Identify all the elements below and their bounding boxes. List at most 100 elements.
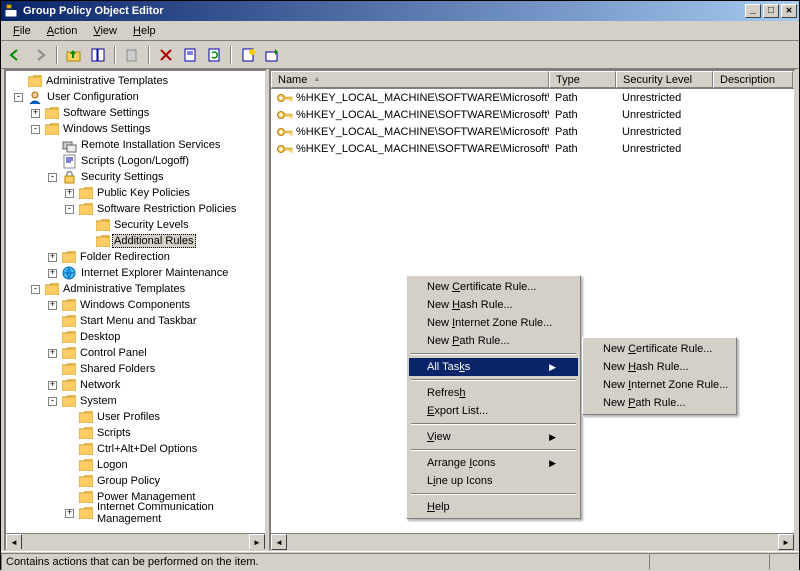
tree-item[interactable]: +Public Key Policies	[8, 185, 263, 201]
menu-file[interactable]: File	[5, 23, 39, 39]
menu-item[interactable]: Line up Icons	[409, 472, 578, 490]
tree-item[interactable]: Shared Folders	[8, 361, 263, 377]
tree-item[interactable]: Scripts	[8, 425, 263, 441]
tree-item[interactable]: +Network	[8, 377, 263, 393]
folder-icon	[96, 235, 110, 247]
properties-button[interactable]	[179, 44, 201, 66]
expand-icon[interactable]: +	[48, 269, 57, 278]
context-menu[interactable]: New Certificate Rule...New Hash Rule...N…	[406, 275, 581, 519]
list-row[interactable]: %HKEY_LOCAL_MACHINE\SOFTWARE\Microsoft\.…	[271, 123, 794, 140]
tree-item[interactable]: +Windows Components	[8, 297, 263, 313]
collapse-icon[interactable]: -	[65, 205, 74, 214]
tree-item[interactable]: +Software Settings	[8, 105, 263, 121]
collapse-icon[interactable]: -	[48, 397, 57, 406]
refresh-button[interactable]	[203, 44, 225, 66]
tree-item[interactable]: -User Configuration	[8, 89, 263, 105]
expand-icon[interactable]: +	[48, 301, 57, 310]
back-button[interactable]	[5, 44, 27, 66]
expand-icon[interactable]: +	[65, 189, 74, 198]
folder-icon	[79, 475, 93, 487]
menu-item[interactable]: New Hash Rule...	[585, 358, 734, 376]
tree-item[interactable]: Desktop	[8, 329, 263, 345]
list-row[interactable]: %HKEY_LOCAL_MACHINE\SOFTWARE\Microsoft\.…	[271, 140, 794, 157]
submenu-arrow-icon: ▶	[549, 458, 556, 469]
list-scrollbar-h[interactable]: ◄ ►	[271, 533, 794, 549]
menu-item[interactable]: New Path Rule...	[409, 332, 578, 350]
menu-item[interactable]: New Path Rule...	[585, 394, 734, 412]
menu-item[interactable]: New Certificate Rule...	[409, 278, 578, 296]
menu-view[interactable]: View	[85, 23, 125, 39]
tree-item[interactable]: Start Menu and Taskbar	[8, 313, 263, 329]
tree-item[interactable]: -Administrative Templates	[8, 281, 263, 297]
menu-item-label: Export List...	[427, 405, 488, 417]
tree-item[interactable]: +Folder Redirection	[8, 249, 263, 265]
expand-icon[interactable]: +	[65, 509, 74, 518]
expand-icon[interactable]: +	[48, 253, 57, 262]
column-header[interactable]: Description	[713, 71, 793, 88]
menu-item[interactable]: Export List...	[409, 402, 578, 420]
tree-item[interactable]: +Control Panel	[8, 345, 263, 361]
close-button[interactable]: ✕	[781, 4, 797, 18]
tree-item[interactable]: Group Policy	[8, 473, 263, 489]
tree-item[interactable]: -Security Settings	[8, 169, 263, 185]
context-submenu[interactable]: New Certificate Rule...New Hash Rule...N…	[582, 337, 737, 415]
status-bar: Contains actions that can be performed o…	[1, 551, 799, 571]
run-button[interactable]	[261, 44, 283, 66]
menu-help[interactable]: Help	[125, 23, 164, 39]
paste-button[interactable]	[121, 44, 143, 66]
delete-button[interactable]	[155, 44, 177, 66]
tree-item[interactable]: +Internet Explorer Maintenance	[8, 265, 263, 281]
column-header[interactable]: Name ▲	[271, 71, 549, 88]
expander-spacer	[82, 221, 91, 230]
sort-asc-icon: ▲	[313, 76, 320, 83]
menu-item[interactable]: New Internet Zone Rule...	[585, 376, 734, 394]
folder-icon	[45, 283, 59, 295]
expand-icon[interactable]: +	[48, 349, 57, 358]
tree-item[interactable]: Additional Rules	[8, 233, 263, 249]
tree-item[interactable]: -System	[8, 393, 263, 409]
collapse-icon[interactable]: -	[31, 125, 40, 134]
up-button[interactable]	[63, 44, 85, 66]
maximize-button[interactable]: □	[763, 4, 779, 18]
menu-action[interactable]: Action	[39, 23, 86, 39]
expand-icon[interactable]: +	[31, 109, 40, 118]
collapse-icon[interactable]: -	[14, 93, 23, 102]
expand-icon[interactable]: +	[48, 381, 57, 390]
menu-item[interactable]: All Tasks▶	[409, 358, 578, 376]
list-row[interactable]: %HKEY_LOCAL_MACHINE\SOFTWARE\Microsoft\.…	[271, 89, 794, 106]
tree-scrollbar-h[interactable]: ◄ ►	[6, 533, 265, 549]
column-header[interactable]: Security Level	[616, 71, 713, 88]
column-header[interactable]: Type	[549, 71, 616, 88]
list-row[interactable]: %HKEY_LOCAL_MACHINE\SOFTWARE\Microsoft\.…	[271, 106, 794, 123]
forward-button[interactable]	[29, 44, 51, 66]
menu-item[interactable]: View▶	[409, 428, 578, 446]
menu-item[interactable]: New Certificate Rule...	[585, 340, 734, 358]
scroll-left-button[interactable]: ◄	[6, 534, 22, 550]
collapse-icon[interactable]: -	[31, 285, 40, 294]
export-button[interactable]	[237, 44, 259, 66]
tree-item[interactable]: -Windows Settings	[8, 121, 263, 137]
menu-item[interactable]: Help	[409, 498, 578, 516]
scroll-left-button[interactable]: ◄	[271, 534, 287, 550]
collapse-icon[interactable]: -	[48, 173, 57, 182]
tree-item[interactable]: +Internet Communication Management	[8, 505, 263, 521]
tree-item[interactable]: User Profiles	[8, 409, 263, 425]
tree-item-label: Internet Communication Management	[95, 501, 263, 525]
menu-item[interactable]: Arrange Icons▶	[409, 454, 578, 472]
scroll-right-button[interactable]: ►	[249, 534, 265, 550]
tree-view[interactable]: Administrative Templates-User Configurat…	[6, 71, 265, 533]
tree-item[interactable]: Scripts (Logon/Logoff)	[8, 153, 263, 169]
tree-item[interactable]: Security Levels	[8, 217, 263, 233]
menu-item[interactable]: Refresh	[409, 384, 578, 402]
toggle-panes-button[interactable]	[87, 44, 109, 66]
menu-item[interactable]: New Internet Zone Rule...	[409, 314, 578, 332]
tree-item[interactable]: Ctrl+Alt+Del Options	[8, 441, 263, 457]
main-area: Administrative Templates-User Configurat…	[1, 69, 799, 551]
tree-item[interactable]: Remote Installation Services	[8, 137, 263, 153]
scroll-right-button[interactable]: ►	[778, 534, 794, 550]
tree-item[interactable]: Administrative Templates	[8, 73, 263, 89]
tree-item[interactable]: -Software Restriction Policies	[8, 201, 263, 217]
minimize-button[interactable]: _	[745, 4, 761, 18]
menu-item[interactable]: New Hash Rule...	[409, 296, 578, 314]
tree-item[interactable]: Logon	[8, 457, 263, 473]
